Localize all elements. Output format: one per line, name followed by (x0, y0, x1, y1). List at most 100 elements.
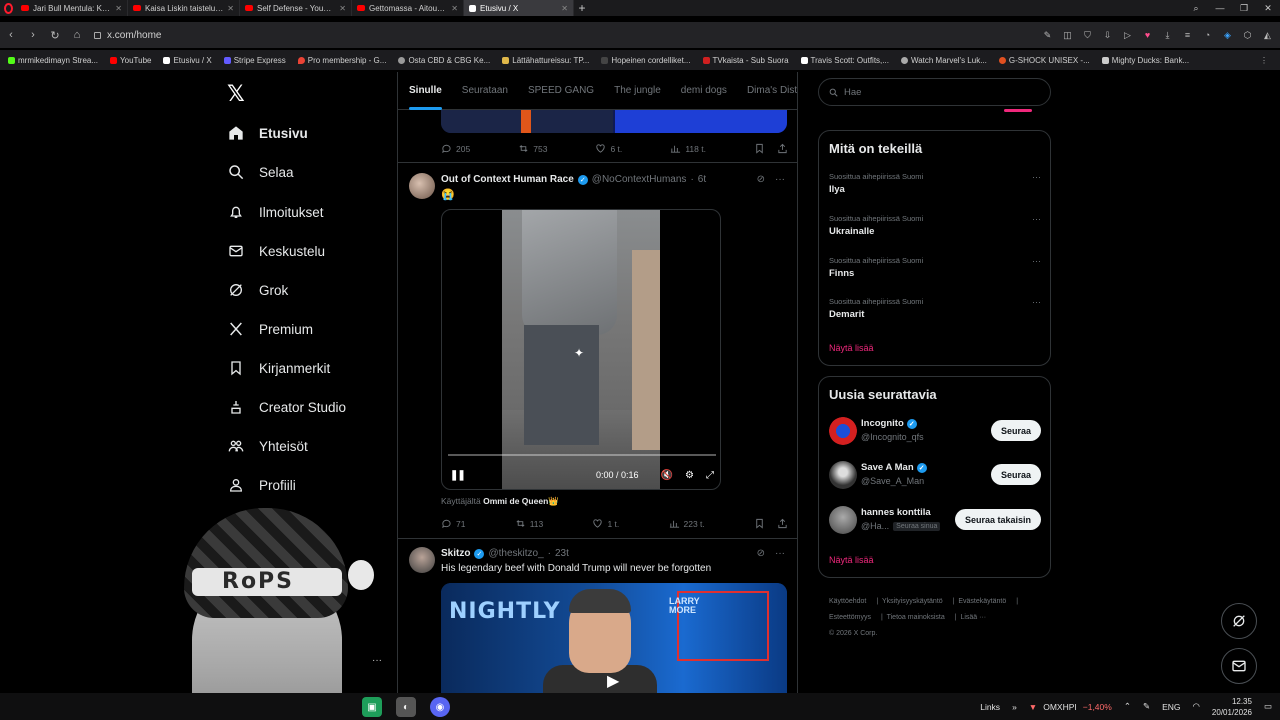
author-handle[interactable]: @theskitzo_ (488, 548, 543, 559)
app-icon[interactable]: ◐ (396, 697, 416, 717)
nav-communities[interactable]: Yhteisöt (227, 437, 308, 455)
close-icon[interactable]: ✕ (561, 4, 568, 13)
bookmark-item[interactable]: YouTube (110, 56, 151, 65)
author-handle[interactable]: @NoContextHumans (592, 174, 687, 185)
maximize-icon[interactable]: ❐ (1232, 0, 1256, 16)
nav-grok[interactable]: Grok (227, 281, 288, 299)
bookmark-item[interactable]: TVkaista - Sub Suora (702, 56, 789, 65)
tweet-video-thumbnail[interactable]: NIGHTLY LARRY MORE ▶ (441, 583, 787, 693)
search-input[interactable]: Hae (818, 78, 1051, 106)
pause-icon[interactable]: ❚❚ (450, 470, 466, 481)
author-name[interactable]: Skitzo (441, 548, 470, 559)
bookmark-button[interactable] (754, 518, 765, 529)
repost-button[interactable]: 113 (515, 518, 543, 529)
bookmark-item[interactable]: G-SHOCK UNISEX -... (998, 56, 1090, 65)
stock-widget[interactable]: ▼ OMXHPI −1,40% (1029, 702, 1112, 712)
nav-premium[interactable]: Premium (227, 320, 313, 338)
trend-item[interactable]: Suosittua aihepiirissä Suomi Ukrainalle … (829, 214, 1041, 237)
avatar[interactable] (829, 461, 857, 489)
follow-suggestion[interactable]: hannes konttila @Ha... Seuraa sinua Seura… (829, 504, 1041, 536)
forward-icon[interactable]: › (22, 29, 44, 41)
nav-notifications[interactable]: Ilmoitukset (227, 203, 324, 221)
bookmarks-more-icon[interactable]: ⋮ (1260, 56, 1268, 65)
browser-tab[interactable]: Gettomassa - Aitous ei oo✕ (352, 0, 464, 16)
tab-list[interactable]: The jungle (614, 85, 661, 96)
bookmark-item[interactable]: Pro membership - G... (297, 56, 386, 65)
like-button[interactable]: 1 t. (592, 518, 619, 529)
nav-explore[interactable]: Selaa (227, 163, 294, 181)
browser-tab[interactable]: Jari Bull Mentula: Kun ku ✕ (16, 0, 128, 16)
opera-logo-icon[interactable] (0, 0, 16, 16)
close-icon[interactable]: ✕ (227, 4, 234, 13)
tweet-time[interactable]: 23t (555, 548, 569, 559)
menu-icon[interactable]: ≡ (1183, 30, 1192, 40)
follow-button[interactable]: Seuraa (990, 464, 1041, 485)
download-icon[interactable]: ⇩ (1103, 30, 1112, 41)
repost-button[interactable]: 753 (518, 143, 547, 154)
show-more-link[interactable]: Näytä lisää (829, 555, 874, 565)
edit-icon[interactable]: ✎ (1043, 30, 1052, 41)
play-icon[interactable]: ▷ (1123, 30, 1132, 41)
grok-icon[interactable]: ⊘ (757, 174, 765, 185)
app-icon[interactable]: ▣ (362, 697, 382, 717)
footer-link[interactable]: Yksityisyyskäytäntö (882, 598, 943, 605)
nav-home[interactable]: Etusivu (227, 124, 308, 142)
tagged-user[interactable]: Ommi de Queen👑 (483, 496, 559, 506)
video-progress-bar[interactable] (448, 454, 716, 456)
footer-link[interactable]: Käyttöehdot (829, 598, 866, 605)
messages-button[interactable] (1221, 648, 1257, 684)
follow-button[interactable]: Seuraa (990, 420, 1041, 441)
grok-icon[interactable]: ⊘ (757, 548, 765, 559)
views-button[interactable]: 223 t. (669, 518, 705, 529)
more-icon[interactable]: ··· (1032, 214, 1041, 224)
grok-button[interactable] (1221, 603, 1257, 639)
more-icon[interactable]: ··· (372, 655, 382, 666)
footer-link[interactable]: Lisää ··· (960, 614, 986, 621)
bookmark-item[interactable]: Stripe Express (223, 56, 286, 65)
bookmark-item[interactable]: Watch Marvel's Luk... (900, 56, 987, 65)
shield-icon[interactable]: ⛉ (1083, 30, 1092, 41)
footer-link[interactable]: Tietoa mainoksista (887, 614, 945, 621)
profile-icon[interactable]: ◔ (1203, 30, 1212, 40)
extension-icon[interactable]: ◈ (1223, 30, 1232, 41)
box-icon[interactable]: ⬡ (1243, 30, 1252, 41)
minimize-icon[interactable]: — (1208, 0, 1232, 16)
aria-icon[interactable]: ◭ (1263, 30, 1272, 41)
links-label[interactable]: Links (980, 702, 1000, 712)
bookmark-button[interactable] (754, 143, 765, 154)
discord-icon[interactable]: ◉ (430, 697, 450, 717)
more-icon[interactable]: ··· (1032, 297, 1041, 307)
video-player[interactable]: ✦ ❚❚ 0:00 / 0:16 🔇 ⚙ ⤢ (441, 209, 721, 490)
nav-bookmarks[interactable]: Kirjanmerkit (227, 359, 330, 377)
author-name[interactable]: Out of Context Human Race (441, 174, 574, 185)
x-logo-icon[interactable]: 𝕏 (227, 82, 245, 107)
avatar[interactable] (409, 173, 435, 199)
wifi-icon[interactable]: ◠ (1193, 701, 1200, 712)
lang-indicator[interactable]: ENG (1162, 702, 1180, 712)
avatar[interactable] (409, 547, 435, 573)
close-icon[interactable]: ✕ (339, 4, 346, 13)
tab-following[interactable]: Seurataan (462, 85, 508, 96)
tab-for-you[interactable]: Sinulle (409, 85, 442, 110)
search-tabs-icon[interactable]: ⌕ (1184, 0, 1208, 16)
more-icon[interactable]: ··· (1032, 256, 1041, 266)
bookmark-item[interactable]: mrmikedimayn Strea... (8, 56, 98, 65)
bookmark-item[interactable]: Osta CBD & CBG Ke... (398, 56, 490, 65)
nav-messages[interactable]: Keskustelu (227, 242, 325, 260)
trend-item[interactable]: Suosittua aihepiirissä Suomi Ilya ··· (829, 172, 1041, 195)
reply-button[interactable]: 71 (441, 518, 465, 529)
browser-tab-active[interactable]: Etusivu / X ✕ (464, 0, 574, 16)
browser-tab[interactable]: Self Defense - YouTube ✕ (240, 0, 352, 16)
browser-tab[interactable]: Kaisa Liskin taistelu - YouT ✕ (128, 0, 240, 16)
camera-icon[interactable]: ◫ (1063, 30, 1072, 41)
tab-list[interactable]: Dima's Dist (747, 85, 797, 96)
nav-profile[interactable]: Profiili (227, 476, 296, 494)
pen-icon[interactable]: ✎ (1143, 701, 1150, 712)
new-tab-icon[interactable]: + (574, 1, 590, 15)
tab-list[interactable]: SPEED GANG (528, 85, 594, 96)
close-icon[interactable]: ✕ (115, 4, 122, 13)
play-icon[interactable]: ▶ (607, 671, 619, 691)
chevron-icon[interactable]: » (1012, 702, 1017, 712)
show-more-link[interactable]: Näytä lisää (829, 343, 874, 353)
tab-list[interactable]: demi dogs (681, 85, 727, 96)
